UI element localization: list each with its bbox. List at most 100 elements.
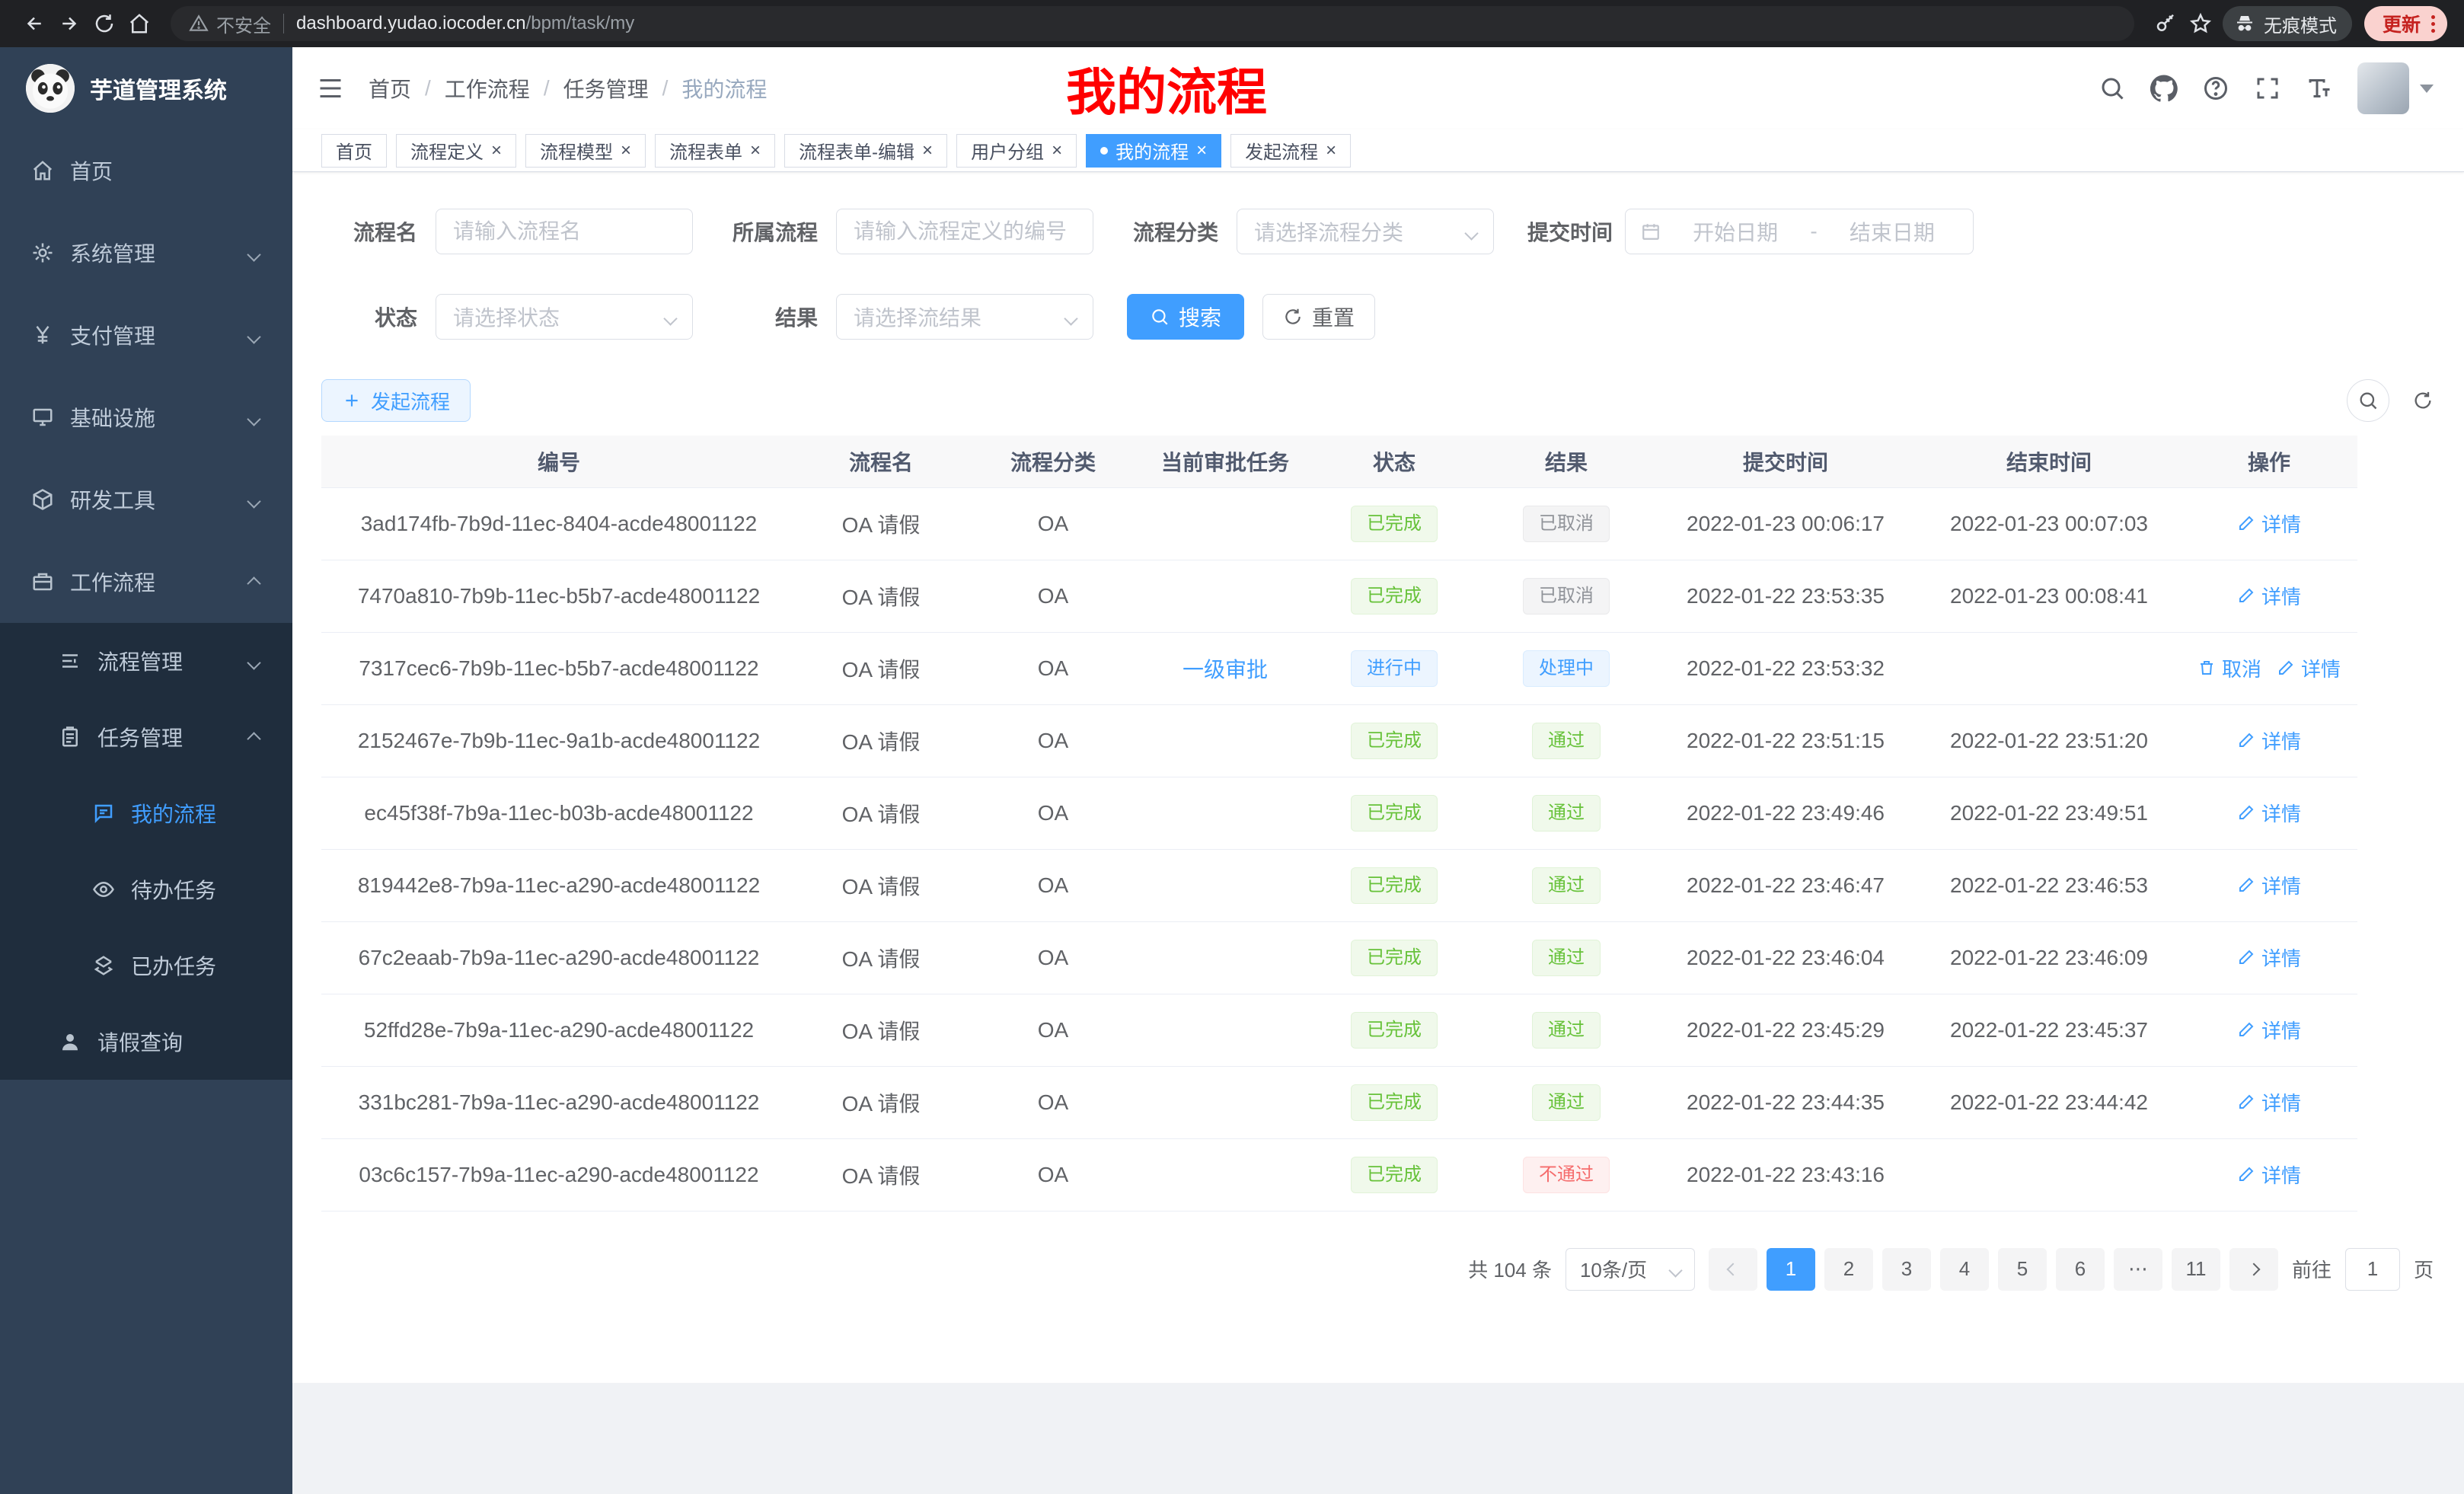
search-icon[interactable] — [2099, 75, 2126, 102]
sidebar-item-leave-query[interactable]: 请假查询 — [0, 1004, 292, 1080]
page-button[interactable]: 11 — [2172, 1248, 2220, 1291]
search-button[interactable]: 搜索 — [1127, 294, 1244, 340]
detail-link[interactable]: 详情 — [2237, 726, 2301, 755]
result-select[interactable]: 请选择流结果 — [836, 294, 1093, 340]
tab-user-group[interactable]: 用户分组× — [956, 134, 1077, 168]
status-select[interactable]: 请选择状态 — [436, 294, 693, 340]
browser-home-button[interactable] — [122, 6, 157, 41]
incognito-badge[interactable]: 无痕模式 — [2223, 6, 2352, 41]
tab-my-processes[interactable]: 我的流程× — [1086, 134, 1221, 168]
tab-process-model[interactable]: 流程模型× — [525, 134, 646, 168]
close-icon[interactable]: × — [1326, 142, 1336, 160]
process-definition-input[interactable] — [836, 209, 1093, 254]
date-start-input[interactable]: 开始日期 — [1670, 216, 1801, 247]
browser-update-button[interactable]: 更新 — [2364, 6, 2447, 41]
close-icon[interactable]: × — [621, 142, 631, 160]
col-header-category: 流程分类 — [965, 436, 1141, 487]
tab-home[interactable]: 首页 — [321, 134, 387, 168]
breadcrumb-home[interactable]: 首页 — [369, 73, 411, 104]
sidebar-item-payment[interactable]: 支付管理 — [0, 294, 292, 376]
page-button[interactable]: 1 — [1767, 1248, 1815, 1291]
sidebar-item-todo-tasks[interactable]: 待办任务 — [0, 851, 292, 927]
tab-start-process[interactable]: 发起流程× — [1230, 134, 1351, 168]
more-pages-button[interactable]: ⋯ — [2114, 1248, 2162, 1291]
browser-reload-button[interactable] — [87, 6, 122, 41]
process-name-input[interactable] — [436, 209, 693, 254]
page-button[interactable]: 4 — [1940, 1248, 1989, 1291]
browser-forward-button[interactable] — [52, 6, 87, 41]
prev-page-button[interactable] — [1709, 1248, 1757, 1291]
toggle-search-button[interactable] — [2347, 379, 2389, 422]
status-tag: 已完成 — [1351, 723, 1438, 759]
page-button[interactable]: 5 — [1998, 1248, 2047, 1291]
fullscreen-icon[interactable] — [2254, 75, 2281, 102]
breadcrumb-task-management[interactable]: 任务管理 — [563, 73, 649, 104]
url-host: dashboard.yudao.iocoder.cn — [296, 13, 526, 34]
sidebar-item-my-processes[interactable]: 我的流程 — [0, 775, 292, 851]
cell-current-task — [1141, 560, 1310, 632]
start-process-button[interactable]: 发起流程 — [321, 379, 471, 422]
more-menu-icon[interactable] — [2431, 15, 2435, 33]
sidebar-toggle-icon[interactable] — [314, 72, 347, 105]
chat-bubble-icon — [91, 801, 116, 825]
chevron-up-icon — [249, 725, 259, 749]
cell-submit-time: 2022-01-23 00:06:17 — [1654, 487, 1917, 560]
password-key-icon[interactable] — [2148, 6, 2183, 41]
close-icon[interactable]: × — [1052, 142, 1062, 160]
goto-page-input[interactable] — [2345, 1248, 2400, 1291]
detail-link[interactable]: 详情 — [2237, 582, 2301, 610]
cell-end-time: 2022-01-23 00:07:03 — [1917, 487, 2181, 560]
process-category-select[interactable]: 请选择流程分类 — [1237, 209, 1494, 254]
page-button[interactable]: 2 — [1824, 1248, 1873, 1291]
close-icon[interactable]: × — [750, 142, 761, 160]
address-bar[interactable]: 不安全 dashboard.yudao.iocoder.cn /bpm/task… — [171, 6, 2134, 41]
cell-category: OA — [965, 632, 1141, 704]
table-row: 3ad174fb-7b9d-11ec-8404-acde48001122 OA … — [321, 487, 2357, 560]
detail-link[interactable]: 详情 — [2237, 871, 2301, 899]
detail-link[interactable]: 详情 — [2237, 509, 2301, 538]
close-icon[interactable]: × — [491, 142, 502, 160]
tab-process-form-edit[interactable]: 流程表单-编辑× — [784, 134, 947, 168]
detail-link[interactable]: 详情 — [2237, 1088, 2301, 1116]
browser-back-button[interactable] — [17, 6, 52, 41]
cell-process-name: OA 请假 — [796, 704, 965, 777]
date-range-picker[interactable]: 开始日期 - 结束日期 — [1625, 209, 1974, 254]
close-icon[interactable]: × — [1196, 142, 1207, 160]
cell-process-name: OA 请假 — [796, 849, 965, 921]
user-menu[interactable] — [2357, 62, 2434, 114]
detail-link[interactable]: 详情 — [2237, 799, 2301, 827]
detail-link[interactable]: 详情 — [2237, 943, 2301, 972]
tab-process-form[interactable]: 流程表单× — [655, 134, 775, 168]
app-logo[interactable]: 芋道管理系统 — [0, 47, 292, 129]
detail-link[interactable]: 详情 — [2277, 654, 2341, 682]
cell-category: OA — [965, 921, 1141, 994]
security-warning-icon[interactable] — [189, 14, 209, 34]
github-icon[interactable] — [2150, 75, 2178, 102]
help-icon[interactable] — [2202, 75, 2229, 102]
sidebar-item-task-management[interactable]: 任务管理 — [0, 699, 292, 775]
date-end-input[interactable]: 结束日期 — [1827, 216, 1958, 247]
sidebar-item-home[interactable]: 首页 — [0, 129, 292, 212]
detail-link[interactable]: 详情 — [2237, 1016, 2301, 1044]
sidebar-item-system[interactable]: 系统管理 — [0, 212, 292, 294]
sidebar-item-workflow[interactable]: 工作流程 — [0, 541, 292, 623]
cancel-link[interactable]: 取消 — [2197, 654, 2261, 682]
tab-process-definition[interactable]: 流程定义× — [396, 134, 516, 168]
breadcrumb-workflow[interactable]: 工作流程 — [445, 73, 530, 104]
sidebar-item-devtools[interactable]: 研发工具 — [0, 458, 292, 541]
page-button[interactable]: 3 — [1882, 1248, 1931, 1291]
sidebar-item-done-tasks[interactable]: 已办任务 — [0, 927, 292, 1004]
sidebar: 芋道管理系统 首页 系统管理 支付管理 基础设施 研发工具 工作流 — [0, 47, 292, 1494]
font-size-icon[interactable] — [2306, 75, 2333, 102]
sidebar-item-process-management[interactable]: 流程管理 — [0, 623, 292, 699]
detail-link[interactable]: 详情 — [2237, 1160, 2301, 1189]
refresh-button[interactable] — [2412, 390, 2434, 411]
next-page-button[interactable] — [2229, 1248, 2278, 1291]
reset-button[interactable]: 重置 — [1262, 294, 1375, 340]
close-icon[interactable]: × — [922, 142, 933, 160]
bookmark-star-icon[interactable] — [2183, 6, 2218, 41]
page-size-select[interactable]: 10条/页 — [1566, 1248, 1695, 1291]
current-task-link[interactable]: 一级审批 — [1183, 658, 1268, 682]
sidebar-item-infrastructure[interactable]: 基础设施 — [0, 376, 292, 458]
page-button[interactable]: 6 — [2056, 1248, 2105, 1291]
